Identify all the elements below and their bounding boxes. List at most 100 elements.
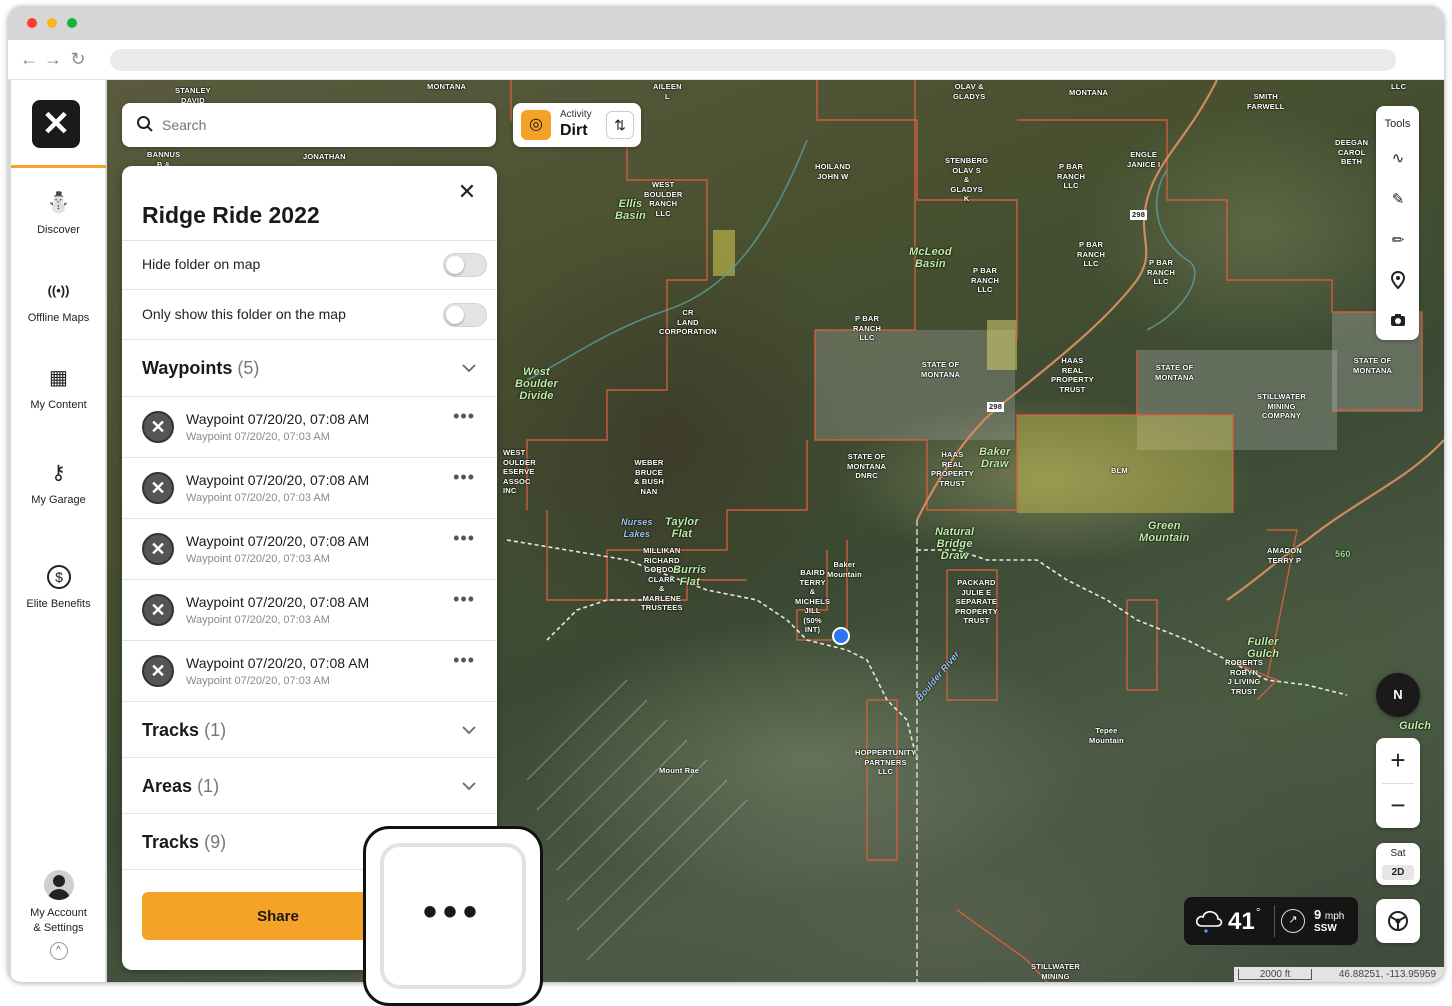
tools-title: Tools — [1384, 118, 1411, 130]
chevron-down-icon — [462, 726, 476, 735]
section-header-waypoints[interactable]: Waypoints (5) — [122, 339, 497, 396]
waypoint-subtitle: Waypoint 07/20/20, 07:03 AM — [186, 675, 330, 687]
section-title: Waypoints (5) — [142, 358, 260, 378]
route-tool-icon[interactable]: ∿ — [1387, 148, 1409, 170]
map-label: STATE OF MONTANA — [921, 360, 961, 379]
avatar-icon — [43, 870, 74, 900]
waypoint-row[interactable]: ✕ Waypoint 07/20/20, 07:08 AM Waypoint 0… — [122, 518, 497, 579]
zoom-control: + − — [1376, 738, 1420, 828]
map-label: STILLWATER MINING COMPANY — [1031, 962, 1080, 982]
map-label: WEST BOULDER RANCH LLC — [644, 180, 683, 218]
rail-item-discover[interactable]: ⛄ Discover — [11, 190, 106, 236]
trails — [506, 539, 1348, 761]
back-arrow-icon[interactable]: ← — [18, 48, 40, 70]
waypoint-title: Waypoint 07/20/20, 07:08 AM — [186, 594, 370, 610]
waypoint-row[interactable]: ✕ Waypoint 07/20/20, 07:08 AM Waypoint 0… — [122, 579, 497, 640]
map-label: DEEGAN CAROL BETH — [1335, 138, 1369, 166]
layer-mode: 2D — [1382, 865, 1414, 880]
scale-bar: 2000 ft 46.88251, -113.95959 — [1234, 967, 1444, 982]
weather-divider — [1274, 905, 1275, 937]
account-label-line1: My Account — [30, 907, 87, 919]
section-header-areas[interactable]: Areas (1) — [122, 757, 497, 813]
map-label: STATE OF MONTANA DNRC — [847, 452, 887, 480]
waypoint-pin-icon[interactable] — [1387, 270, 1409, 293]
hatch-area — [526, 679, 748, 961]
section-header-tracks[interactable]: Tracks (1) — [122, 701, 497, 757]
more-options-icon[interactable]: ••• — [453, 468, 475, 486]
chevron-down-icon — [462, 782, 476, 791]
more-options-icon[interactable]: ••• — [453, 590, 475, 608]
rail-item-elite-benefits[interactable]: $ Elite Benefits — [11, 564, 106, 610]
waypoint-title: Waypoint 07/20/20, 07:08 AM — [186, 411, 370, 427]
dollar-circle-icon: $ — [44, 564, 74, 590]
layer-type: Sat — [1390, 848, 1406, 859]
waypoint-subtitle: Waypoint 07/20/20, 07:03 AM — [186, 492, 330, 504]
forward-arrow-icon[interactable]: → — [42, 48, 64, 70]
more-options-icon[interactable]: ••• — [453, 651, 475, 669]
waypoint-row[interactable]: ✕ Waypoint 07/20/20, 07:08 AM Waypoint 0… — [122, 457, 497, 518]
waypoint-x-icon: ✕ — [142, 655, 174, 687]
rail-item-my-garage[interactable]: ⚷ My Garage — [11, 460, 106, 506]
waypoint-row[interactable]: ✕ Waypoint 07/20/20, 07:08 AM Waypoint 0… — [122, 396, 497, 457]
account-label-line2: & Settings — [33, 922, 84, 934]
map-place-label: Fuller Gulch — [1247, 636, 1280, 660]
waypoint-title: Waypoint 07/20/20, 07:08 AM — [186, 472, 370, 488]
rail-item-offline-maps[interactable]: ((•)) Offline Maps — [11, 278, 106, 324]
section-title: Tracks (1) — [142, 720, 227, 740]
recenter-button[interactable] — [1376, 899, 1420, 943]
weather-widget[interactable]: 41 ° ↗ 9 mph SSW — [1184, 897, 1358, 945]
chevron-up-icon[interactable]: ^ — [49, 942, 68, 960]
section-title: Tracks (9) — [142, 832, 227, 852]
more-options-icon[interactable]: ••• — [453, 529, 475, 547]
chevron-down-icon — [462, 364, 476, 373]
zoom-out-button[interactable]: − — [1376, 783, 1420, 828]
search-input[interactable] — [162, 114, 482, 136]
folder-icon: ▦ — [49, 367, 68, 389]
degree-symbol: ° — [1256, 907, 1261, 919]
zoom-in-button[interactable]: + — [1376, 738, 1420, 783]
current-location-marker[interactable] — [832, 627, 850, 645]
dirt-activity-icon: ◎ — [521, 110, 551, 140]
map-layer-toggle[interactable]: Sat 2D — [1376, 843, 1420, 885]
more-options-callout: ••• — [363, 826, 543, 1006]
only-show-toggle[interactable] — [443, 303, 487, 327]
waypoint-row[interactable]: ✕ Waypoint 07/20/20, 07:08 AM Waypoint 0… — [122, 640, 497, 701]
more-options-icon[interactable]: ••• — [453, 407, 475, 425]
waypoint-title: Waypoint 07/20/20, 07:08 AM — [186, 655, 370, 671]
waypoint-x-icon: ✕ — [142, 533, 174, 565]
minimize-window-button[interactable] — [47, 18, 57, 28]
rail-item-label: My Content — [30, 399, 87, 411]
map-place-label: Baker Draw — [979, 446, 1011, 470]
map-label: P BAR RANCH LLC — [971, 266, 1000, 294]
cursor-coordinates: 46.88251, -113.95959 — [1338, 969, 1436, 980]
wind-cardinal: SSW — [1314, 923, 1337, 934]
rail-item-my-content[interactable]: ▦ My Content — [11, 365, 106, 411]
draw-area-icon[interactable]: ✏ — [1387, 230, 1409, 252]
camera-icon[interactable] — [1387, 312, 1409, 334]
map-label: SMITH FARWELL — [1247, 92, 1285, 111]
activity-value: Dirt — [560, 122, 588, 139]
compass-button[interactable]: N — [1376, 673, 1420, 717]
close-icon[interactable]: ✕ — [455, 180, 479, 204]
filter-sliders-icon[interactable]: ⇅ — [606, 111, 634, 139]
svg-text:$: $ — [55, 569, 63, 585]
highway-shield: 298 — [1130, 210, 1148, 220]
draw-line-icon[interactable]: ✎ — [1387, 189, 1409, 211]
map-label: 560 — [1335, 549, 1351, 559]
address-bar[interactable] — [110, 49, 1396, 71]
map-place-label: Nurses Lakes — [621, 517, 653, 539]
reload-icon[interactable]: ↻ — [67, 48, 89, 70]
map-label: MONTANA — [427, 82, 467, 91]
activity-selector[interactable]: ◎ Activity Dirt ⇅ — [513, 103, 641, 147]
maximize-window-button[interactable] — [67, 18, 77, 28]
only-show-row: Only show this folder on the map — [122, 289, 497, 339]
close-window-button[interactable] — [27, 18, 37, 28]
hide-folder-label: Hide folder on map — [142, 256, 261, 272]
onx-logo-icon[interactable]: ✕ — [32, 100, 80, 148]
map-place-label: McLeod Basin — [909, 246, 952, 270]
hide-folder-toggle[interactable] — [443, 253, 487, 277]
waypoint-title: Waypoint 07/20/20, 07:08 AM — [186, 533, 370, 549]
more-options-button[interactable]: ••• — [380, 843, 526, 989]
my-account-settings[interactable]: My Account & Settings ^ — [11, 870, 106, 960]
search-bar[interactable] — [122, 103, 496, 147]
